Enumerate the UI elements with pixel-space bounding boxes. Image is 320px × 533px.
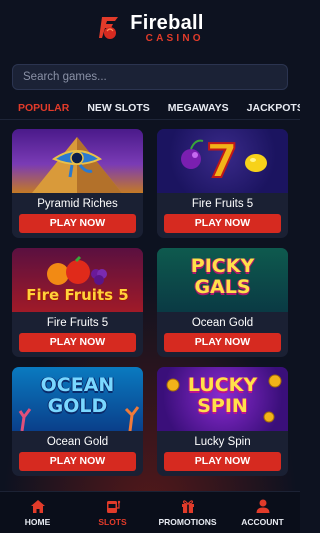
play-now-button[interactable]: PLAY NOW: [19, 333, 136, 352]
game-title: Lucky Spin: [194, 436, 251, 448]
svg-text:7: 7: [206, 134, 238, 188]
nav-promotions-label: PROMOTIONS: [158, 517, 217, 527]
game-card[interactable]: OCEAN GOLD Ocean Gold PLAY NOW: [12, 367, 143, 476]
fire-fruits-5-art-text: Fire Fruits 5: [26, 286, 129, 304]
logo-sub: CASINO: [145, 32, 204, 44]
game-title: Fire Fruits 5: [46, 317, 109, 329]
game-card[interactable]: Pyramid Riches PLAY NOW: [12, 129, 143, 238]
lucky-spin-art-text: LUCKY SPIN: [187, 374, 258, 417]
search-bar[interactable]: [12, 64, 288, 90]
game-card[interactable]: PICKY GALS Ocean Gold PLAY NOW: [157, 248, 288, 357]
gift-icon: [181, 500, 194, 513]
nav-home-label: HOME: [24, 517, 51, 527]
tab-new-slots[interactable]: NEW SLOTS: [78, 96, 158, 119]
category-tabs: POPULAR NEW SLOTS MEGAWAYS JACKPOTS: [0, 96, 300, 120]
nav-slots[interactable]: SLOTS: [78, 498, 148, 527]
ocean-gold-thumbnail[interactable]: OCEAN GOLD: [12, 367, 143, 431]
app-header: Fireball CASINO: [0, 0, 300, 56]
pyramid-riches-thumbnail[interactable]: [12, 129, 143, 193]
eye-of-horus-icon: [32, 137, 122, 193]
play-now-button[interactable]: PLAY NOW: [19, 214, 136, 233]
picky-gals-thumbnail[interactable]: PICKY GALS: [157, 248, 288, 312]
picky-gals-art-text: PICKY GALS: [190, 255, 255, 298]
game-card[interactable]: 7 Fire Fruits 5 PLAY NOW: [157, 129, 288, 238]
fireball-logo-icon: [99, 17, 119, 39]
home-icon: [30, 500, 45, 513]
game-card[interactable]: LUCKY SPIN Lucky Spin PLAY NOW: [157, 367, 288, 476]
nav-account[interactable]: ACCOUNT: [228, 498, 298, 527]
user-icon: [256, 499, 269, 513]
lucky-spin-thumbnail[interactable]: LUCKY SPIN: [157, 367, 288, 431]
fruits-seven-icon: 7: [181, 133, 267, 189]
play-now-button[interactable]: PLAY NOW: [164, 214, 281, 233]
nav-account-label: ACCOUNT: [241, 517, 284, 527]
logo-wordmark[interactable]: Fireball CASINO: [130, 13, 204, 44]
play-now-button[interactable]: PLAY NOW: [164, 452, 281, 471]
slot-machine-icon: [106, 500, 120, 513]
game-title: Ocean Gold: [46, 436, 109, 448]
search-input[interactable]: [23, 71, 277, 83]
game-title: Ocean Gold: [191, 317, 254, 329]
play-now-button[interactable]: PLAY NOW: [164, 333, 281, 352]
fire-fruits-5-thumbnail[interactable]: Fire Fruits 5: [12, 248, 143, 312]
game-card[interactable]: Fire Fruits 5 Fire Fruits 5 PLAY NOW: [12, 248, 143, 357]
fire-fruits-thumbnail[interactable]: 7: [157, 129, 288, 193]
nav-home[interactable]: HOME: [3, 498, 73, 527]
nav-promotions[interactable]: PROMOTIONS: [153, 498, 223, 527]
games-grid: Pyramid Riches PLAY NOW 7 Fire Fruits 5 …: [12, 129, 288, 476]
play-now-button[interactable]: PLAY NOW: [19, 452, 136, 471]
logo-name: Fireball: [130, 11, 204, 34]
bottom-nav: HOME SLOTS PROMOTIONS ACCOUNT: [0, 491, 300, 533]
game-title: Fire Fruits 5: [191, 198, 254, 210]
ocean-gold-art-text: OCEAN GOLD: [40, 374, 115, 417]
nav-slots-label: SLOTS: [98, 517, 127, 527]
tab-jackpots[interactable]: JACKPOTS: [238, 96, 300, 119]
tab-popular[interactable]: POPULAR: [0, 96, 78, 119]
tab-megaways[interactable]: MEGAWAYS: [159, 96, 238, 119]
game-title: Pyramid Riches: [37, 198, 118, 210]
